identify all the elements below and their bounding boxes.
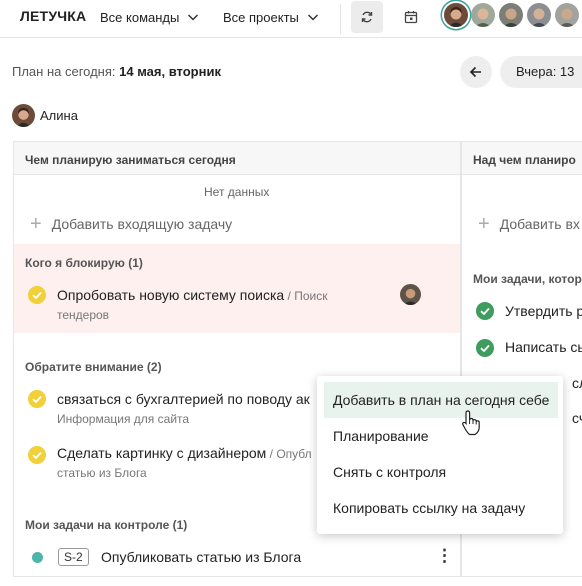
teams-dropdown[interactable]: Все команды	[100, 9, 201, 25]
plus-icon: +	[478, 213, 490, 235]
task-item[interactable]: Опробовать новую систему поиска / Поиск	[57, 287, 327, 305]
calendar-button[interactable]	[395, 1, 427, 33]
task-status-dot	[32, 552, 43, 563]
task-status-icon[interactable]	[28, 390, 46, 408]
team-member-avatar[interactable]	[555, 3, 579, 27]
task-done-icon[interactable]	[476, 302, 494, 320]
task-project: Информация для сайта	[57, 412, 190, 426]
plus-icon: +	[30, 213, 42, 235]
team-member-avatar[interactable]	[499, 3, 523, 27]
blocking-section-title: Кого я блокирую (1)	[25, 256, 143, 270]
user-row: Алина	[12, 104, 78, 127]
control-section-title: Мои задачи на контроле (1)	[25, 518, 188, 532]
task-separator: /	[266, 447, 277, 461]
task-title[interactable]: Написать сь	[505, 339, 582, 355]
arrow-left-icon	[469, 66, 481, 78]
task-project-continued: тендеров	[57, 308, 110, 322]
refresh-button[interactable]	[351, 1, 383, 33]
hand-cursor-icon	[462, 410, 480, 436]
add-incoming-task-button[interactable]: + Добавить вх	[478, 214, 580, 234]
team-member-avatar[interactable]	[444, 3, 468, 27]
task-title[interactable]: Утвердить р	[505, 303, 582, 319]
user-name: Алина	[40, 108, 78, 123]
task-project-continued: статью из Блога	[57, 466, 147, 480]
app-logo[interactable]: ЛЕТУЧКА	[20, 8, 86, 24]
task-item[interactable]: Сделать картинку с дизайнером / Опубл	[57, 445, 312, 463]
menu-item-copy-link[interactable]: Копировать ссылку на задачу	[324, 490, 558, 526]
task-title[interactable]: связаться с бухгалтерией по поводу ак	[57, 391, 310, 407]
chevron-down-icon	[188, 14, 199, 21]
today-plan-column-header: Чем планирую заниматься сегодня	[14, 142, 460, 175]
task-id-badge[interactable]: S-2	[58, 548, 89, 566]
previous-day-button[interactable]	[460, 56, 492, 88]
add-incoming-task-label: Добавить входящую задачу	[51, 216, 233, 232]
menu-item-remove-from-control[interactable]: Снять с контроля	[324, 454, 558, 490]
task-project: Опубл	[276, 447, 312, 461]
task-title: Сделать картинку с дизайнером	[57, 445, 267, 461]
attention-section-title: Обратите внимание (2)	[25, 360, 162, 374]
task-status-icon[interactable]	[28, 286, 46, 304]
teams-dropdown-label: Все команды	[100, 9, 180, 25]
task-title: Опробовать новую систему поиска	[57, 287, 285, 303]
task-title[interactable]: сч	[572, 410, 582, 426]
task-status-icon[interactable]	[28, 446, 46, 464]
menu-item-planning[interactable]: Планирование	[324, 418, 558, 454]
user-avatar	[12, 104, 35, 127]
more-options-icon[interactable]: ⋮	[436, 546, 453, 566]
yesterday-button[interactable]: Вчера: 13	[500, 56, 582, 88]
other-plan-column-header: Над чем планиро	[462, 142, 582, 175]
team-member-avatar[interactable]	[471, 3, 495, 27]
projects-dropdown-label: Все проекты	[223, 9, 299, 25]
task-title[interactable]: Опубликовать статью из Блога	[101, 549, 301, 565]
add-incoming-task-button[interactable]: + Добавить входящую задачу	[30, 214, 232, 234]
calendar-icon	[404, 11, 418, 24]
menu-item-add-to-today-plan[interactable]: Добавить в план на сегодня себе	[324, 382, 558, 418]
toolbar-divider	[340, 4, 341, 34]
top-bar: ЛЕТУЧКА Все команды Все проекты	[0, 0, 582, 38]
plan-label: План на сегодня:	[12, 64, 116, 79]
refresh-icon	[361, 11, 373, 23]
plan-title: План на сегодня: 14 мая, вторник	[12, 64, 221, 79]
plan-date: 14 мая, вторник	[119, 64, 221, 79]
assignee-avatar[interactable]	[400, 284, 421, 305]
task-separator: /	[284, 289, 295, 303]
task-done-icon[interactable]	[476, 339, 494, 357]
add-incoming-task-label: Добавить вх	[499, 216, 580, 232]
chevron-down-icon	[307, 14, 318, 21]
projects-dropdown[interactable]: Все проекты	[223, 9, 321, 25]
no-data-label: Нет данных	[204, 185, 270, 199]
task-title[interactable]: сл	[572, 375, 582, 391]
task-context-menu: Добавить в план на сегодня себе Планиров…	[317, 376, 563, 534]
my-tasks-section-title: Мои задачи, котор	[473, 272, 582, 286]
team-member-avatar[interactable]	[527, 3, 551, 27]
task-project: Поиск	[294, 289, 328, 303]
